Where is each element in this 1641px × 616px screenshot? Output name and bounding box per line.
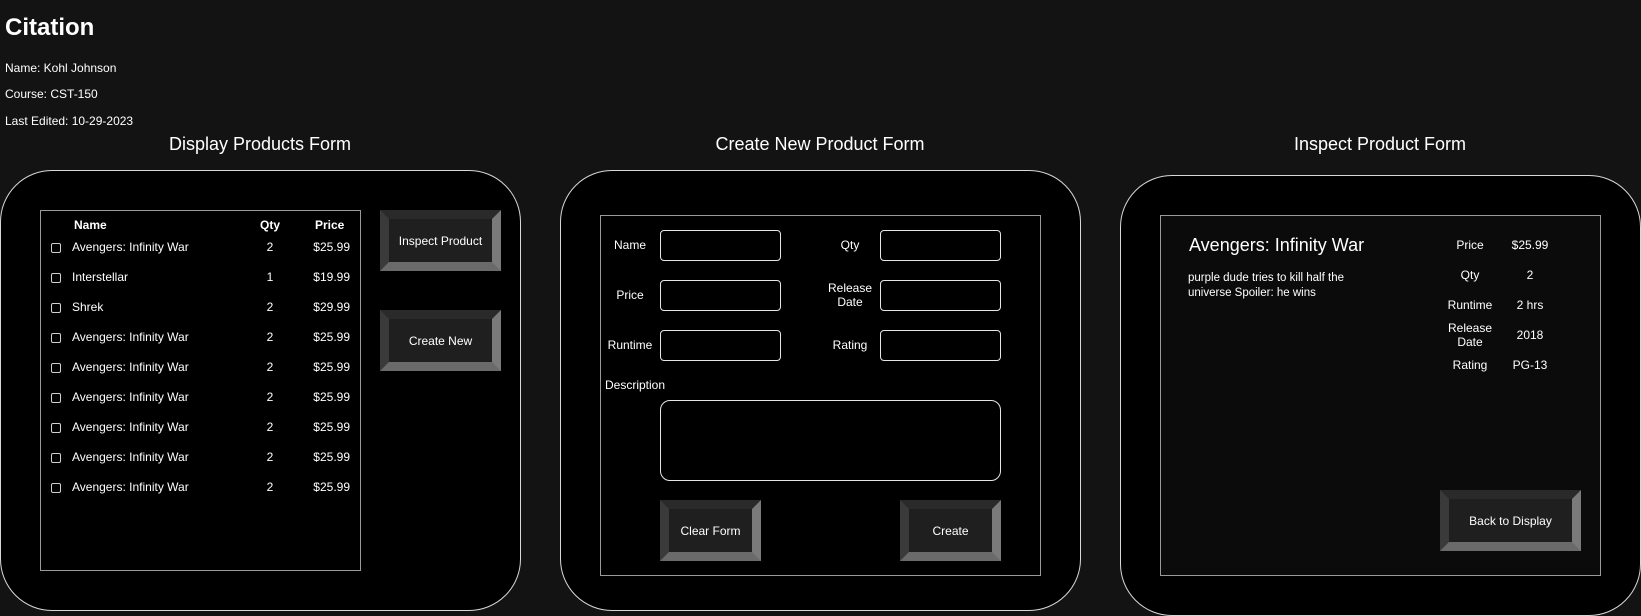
row-price[interactable]: $25.99 (310, 480, 350, 494)
row-qty[interactable]: 2 (260, 360, 280, 374)
row-checkbox[interactable] (51, 393, 61, 403)
runtime-label: Runtime (607, 338, 653, 352)
row-qty[interactable]: 2 (260, 420, 280, 434)
create-form-title: Create New Product Form (715, 134, 925, 154)
row-qty[interactable]: 2 (260, 480, 280, 494)
inspect-release-line1: Release (1447, 321, 1493, 335)
row-name[interactable]: Avengers: Infinity War (72, 480, 189, 494)
qty-field[interactable] (880, 230, 1001, 261)
product-description: purple dude tries to kill half the unive… (1188, 272, 1344, 299)
citation-last-edited: Last Edited: 10-29-2023 (5, 114, 134, 128)
row-price[interactable]: $29.99 (310, 300, 350, 314)
row-checkbox[interactable] (51, 303, 61, 313)
row-checkbox[interactable] (51, 483, 61, 493)
row-name[interactable]: Avengers: Infinity War (72, 420, 189, 434)
rating-field[interactable] (880, 330, 1001, 361)
column-header-name[interactable]: Name (74, 218, 107, 232)
release-label-line2: Date (837, 295, 863, 309)
inspect-release-value: 2018 (1516, 328, 1544, 342)
row-checkbox[interactable] (51, 423, 61, 433)
row-price[interactable]: $19.99 (310, 270, 350, 284)
row-name[interactable]: Avengers: Infinity War (72, 360, 189, 374)
row-qty[interactable]: 2 (260, 240, 280, 254)
row-qty[interactable]: 2 (260, 330, 280, 344)
row-checkbox[interactable] (51, 453, 61, 463)
release-label-line1: Release (827, 281, 873, 295)
back-to-display-button[interactable]: Back to Display (1440, 490, 1581, 551)
inspect-price-value: $25.99 (1511, 238, 1549, 252)
release-date-field[interactable] (880, 280, 1001, 311)
row-checkbox[interactable] (51, 363, 61, 373)
inspect-rating-value: PG-13 (1512, 358, 1548, 372)
description-field[interactable] (660, 400, 1001, 481)
row-name[interactable]: Shrek (72, 300, 103, 314)
inspect-rating-label: Rating (1452, 358, 1488, 372)
rating-label: Rating (832, 338, 868, 352)
price-label: Price (616, 288, 644, 302)
row-price[interactable]: $25.99 (310, 360, 350, 374)
row-name[interactable]: Avengers: Infinity War (72, 390, 189, 404)
row-price[interactable]: $25.99 (310, 420, 350, 434)
description-label: Description (605, 378, 666, 392)
name-field[interactable] (660, 230, 781, 261)
runtime-field[interactable] (660, 330, 781, 361)
qty-label: Qty (840, 238, 860, 252)
inspect-release-label: Release Date (1440, 321, 1500, 349)
row-checkbox[interactable] (51, 243, 61, 253)
create-button[interactable]: Create (900, 500, 1001, 561)
citation-title: Citation (5, 14, 95, 41)
inspect-qty-label: Qty (1460, 268, 1480, 282)
row-price[interactable]: $25.99 (310, 390, 350, 404)
row-price[interactable]: $25.99 (310, 330, 350, 344)
inspect-qty-value: 2 (1526, 268, 1534, 282)
row-qty[interactable]: 1 (260, 270, 280, 284)
citation-course: Course: CST-150 (5, 87, 98, 101)
row-name[interactable]: Avengers: Infinity War (72, 240, 189, 254)
citation-name: Name: Kohl Johnson (5, 61, 117, 75)
inspect-release-line2: Date (1457, 335, 1483, 349)
column-header-qty[interactable]: Qty (260, 218, 280, 232)
product-title: Avengers: Infinity War (1189, 235, 1365, 255)
row-qty[interactable]: 2 (260, 390, 280, 404)
row-checkbox[interactable] (51, 273, 61, 283)
inspect-product-button[interactable]: Inspect Product (380, 210, 501, 271)
row-price[interactable]: $25.99 (310, 450, 350, 464)
clear-form-button[interactable]: Clear Form (660, 500, 761, 561)
row-name[interactable]: Avengers: Infinity War (72, 330, 189, 344)
row-price[interactable]: $25.99 (310, 240, 350, 254)
display-form-title: Display Products Form (168, 134, 352, 154)
inspect-form-title: Inspect Product Form (1293, 134, 1467, 154)
price-field[interactable] (660, 280, 781, 311)
row-qty[interactable]: 2 (260, 450, 280, 464)
name-label: Name (613, 238, 646, 252)
column-header-price[interactable]: Price (315, 218, 344, 232)
row-qty[interactable]: 2 (260, 300, 280, 314)
release-date-label: Release Date (818, 281, 882, 309)
inspect-price-label: Price (1456, 238, 1484, 252)
row-name[interactable]: Interstellar (72, 270, 128, 284)
row-name[interactable]: Avengers: Infinity War (72, 450, 189, 464)
row-checkbox[interactable] (51, 333, 61, 343)
inspect-runtime-value: 2 hrs (1516, 298, 1544, 312)
create-new-button[interactable]: Create New (380, 310, 501, 371)
inspect-runtime-label: Runtime (1447, 298, 1493, 312)
